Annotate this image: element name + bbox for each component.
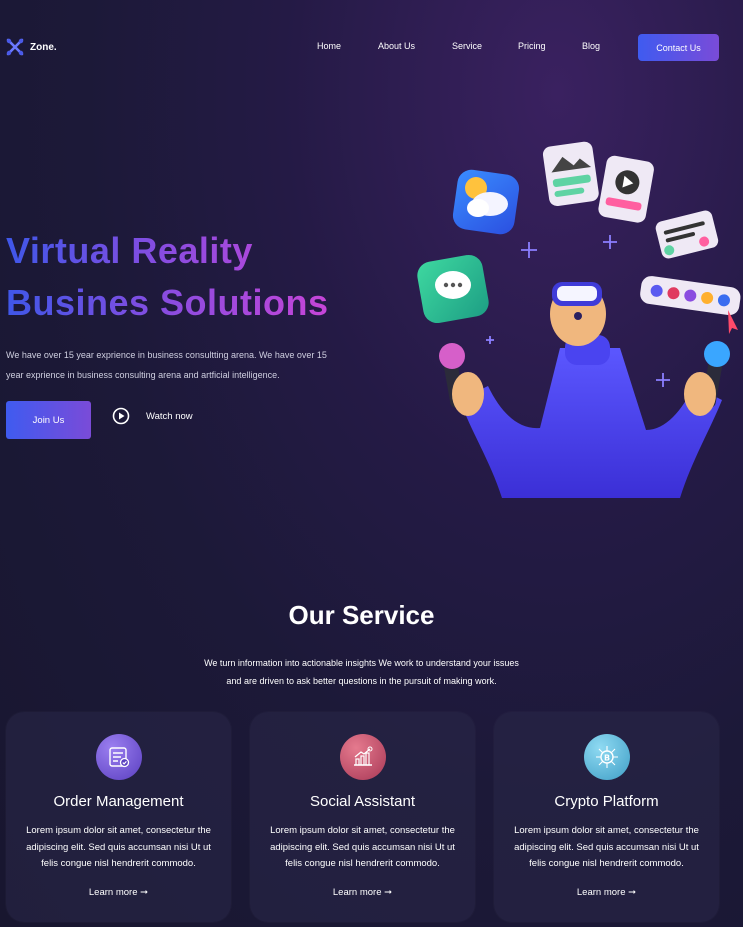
card-title: Crypto Platform xyxy=(554,793,659,810)
card-text: Lorem ipsum dolor sit amet, consectetur … xyxy=(514,825,699,869)
nav-pricing-link[interactable]: Pricing xyxy=(518,41,546,51)
card-title: Order Management xyxy=(53,793,184,810)
chat-app-icon xyxy=(417,254,489,324)
nav-about-link[interactable]: About Us xyxy=(378,41,415,51)
learn-more-label: Learn more xyxy=(576,887,626,898)
service-card-social-assistant: Social Assistant Lorem ipsum dolor sit a… xyxy=(250,712,475,922)
hero-title-line-1: Virtual Reality xyxy=(6,225,329,277)
nav-blog-link[interactable]: Blog xyxy=(582,41,600,51)
vr-person-illustration xyxy=(417,141,741,498)
card-text: Lorem ipsum dolor sit amet, consectetur … xyxy=(26,825,211,869)
learn-more-link[interactable]: Learn more ➞ xyxy=(6,887,231,898)
learn-more-link[interactable]: Learn more ➞ xyxy=(494,887,719,898)
settings-card-icon xyxy=(655,210,719,259)
arrow-right-icon: ➞ xyxy=(628,887,637,898)
contact-us-button[interactable]: Contact Us xyxy=(638,34,719,61)
person-figure xyxy=(439,282,730,498)
service-description-line-1: We turn information into actionable insi… xyxy=(204,658,519,668)
play-circle-icon xyxy=(112,407,130,425)
growth-chart-icon xyxy=(340,734,386,780)
image-card-icon xyxy=(542,141,599,207)
service-section-title: Our Service xyxy=(288,600,435,630)
bitcoin-network-icon: B xyxy=(584,734,630,780)
arrow-right-icon: ➞ xyxy=(384,887,393,898)
color-palette-bar-icon xyxy=(640,276,741,316)
learn-more-label: Learn more xyxy=(332,887,382,898)
service-card-order-management: Order Management Lorem ipsum dolor sit a… xyxy=(6,712,231,922)
hero-title-line-2: Busines Solutions xyxy=(6,277,329,329)
service-card-crypto-platform: B Crypto Platform Lorem ipsum dolor sit … xyxy=(494,712,719,922)
service-section-description: We turn information into actionable insi… xyxy=(0,654,723,690)
learn-more-label: Learn more xyxy=(88,887,138,898)
card-text: Lorem ipsum dolor sit amet, consectetur … xyxy=(270,825,455,869)
svg-text:B: B xyxy=(604,754,610,763)
weather-app-icon xyxy=(452,169,520,235)
learn-more-link[interactable]: Learn more ➞ xyxy=(250,887,475,898)
nav-home-link[interactable]: Home xyxy=(317,41,341,51)
service-description-line-2: and are driven to ask better questions i… xyxy=(226,676,497,686)
card-title: Social Assistant xyxy=(309,793,416,810)
main-menu: Home About Us Service Pricing Blog xyxy=(0,41,743,55)
nav-service-link[interactable]: Service xyxy=(452,41,482,51)
watch-now-button[interactable]: Watch now xyxy=(112,407,193,425)
join-us-button[interactable]: Join Us xyxy=(6,401,91,439)
hero-title: Virtual Reality Busines Solutions xyxy=(6,225,329,329)
video-card-icon xyxy=(598,155,654,223)
watch-now-label: Watch now xyxy=(146,410,193,422)
top-nav: Zone. Home About Us Service Pricing Blog… xyxy=(0,0,743,95)
arrow-right-icon: ➞ xyxy=(140,887,149,898)
hero-description: We have over 15 year exprience in busine… xyxy=(6,350,327,380)
order-list-icon xyxy=(96,734,142,780)
